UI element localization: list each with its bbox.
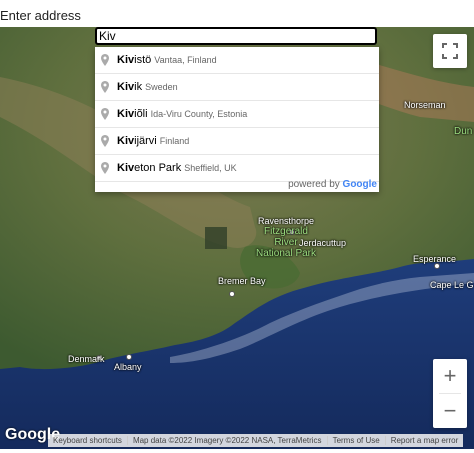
suggestion-rest: ik [134, 81, 143, 93]
park-label-line3: National Park [255, 248, 317, 259]
map-data-attribution: Map data ©2022 Imagery ©2022 NASA, Terra… [128, 436, 328, 445]
suggestion-item[interactable]: Kiveton Park Sheffield, UK [95, 155, 379, 182]
pin-icon [101, 135, 109, 147]
terms-of-use-link[interactable]: Terms of Use [328, 436, 386, 445]
suggestion-main: Kivijärvi [117, 135, 157, 147]
report-error-link[interactable]: Report a map error [386, 436, 464, 445]
pin-icon [101, 108, 109, 120]
address-label: Enter address [0, 8, 81, 23]
park-label-line1: Fitzgerald [264, 226, 308, 237]
suggestion-match: Kiv [117, 54, 135, 66]
place-esperance: Esperance [413, 254, 457, 264]
park-label-line2: River [274, 237, 298, 248]
suggestion-main: Kiviõli [117, 108, 148, 120]
place-ravensthorpe: Ravensthorpe [258, 216, 315, 226]
powered-by-text: powered by [288, 179, 340, 190]
place-albany: Albany [114, 362, 142, 372]
suggestion-main: Kivik [117, 81, 142, 93]
place-denmark: Denmark [68, 354, 105, 364]
keyboard-shortcuts-link[interactable]: Keyboard shortcuts [48, 436, 128, 445]
google-brand-text: Google [342, 179, 377, 190]
place-cape-le-grand: Cape Le G [430, 280, 474, 290]
place-dot-albany [126, 354, 132, 360]
suggestion-main: Kiveton Park [117, 162, 181, 174]
pin-icon [101, 81, 109, 93]
suggestion-rest: ijärvi [134, 135, 157, 147]
suggestion-secondary: Vantaa, Finland [154, 55, 217, 65]
fullscreen-icon [442, 43, 458, 59]
autocomplete-dropdown: Kivistö Vantaa, Finland Kivik Sweden Kiv… [95, 47, 379, 192]
suggestion-item[interactable]: Kivijärvi Finland [95, 128, 379, 155]
powered-by-google: powered by Google [288, 179, 377, 190]
place-bremer-bay: Bremer Bay [218, 276, 266, 286]
place-dun: Dun [454, 126, 473, 137]
suggestion-rest: iõli [134, 108, 148, 120]
suggestion-secondary: Sheffield, UK [184, 163, 237, 173]
suggestion-rest: istö [134, 54, 152, 66]
zoom-in-button[interactable]: + [433, 359, 467, 393]
suggestion-match: Kiv [117, 162, 135, 174]
suggestion-secondary: Sweden [145, 82, 178, 92]
suggestion-match: Kiv [117, 108, 135, 120]
address-search-input[interactable] [95, 27, 377, 45]
zoom-control: + − [433, 359, 467, 428]
fullscreen-button[interactable] [433, 34, 467, 68]
suggestion-main: Kivistö [117, 54, 151, 66]
suggestion-item[interactable]: Kiviõli Ida-Viru County, Estonia [95, 101, 379, 128]
pin-icon [101, 54, 109, 66]
suggestion-secondary: Ida-Viru County, Estonia [150, 109, 248, 119]
suggestion-match: Kiv [117, 81, 135, 93]
map-footer: Keyboard shortcuts Map data ©2022 Imager… [48, 434, 464, 447]
suggestion-rest: eton Park [134, 162, 182, 174]
suggestion-secondary: Finland [159, 136, 190, 146]
suggestion-item[interactable]: Kivik Sweden [95, 74, 379, 101]
place-norseman: Norseman [404, 100, 446, 110]
suggestion-match: Kiv [117, 135, 135, 147]
suggestion-item[interactable]: Kivistö Vantaa, Finland [95, 47, 379, 74]
zoom-out-button[interactable]: − [433, 394, 467, 428]
park-label: Fitzgerald River National Park [245, 226, 327, 259]
place-dot-bremer-bay [229, 291, 235, 297]
pin-icon [101, 162, 109, 174]
